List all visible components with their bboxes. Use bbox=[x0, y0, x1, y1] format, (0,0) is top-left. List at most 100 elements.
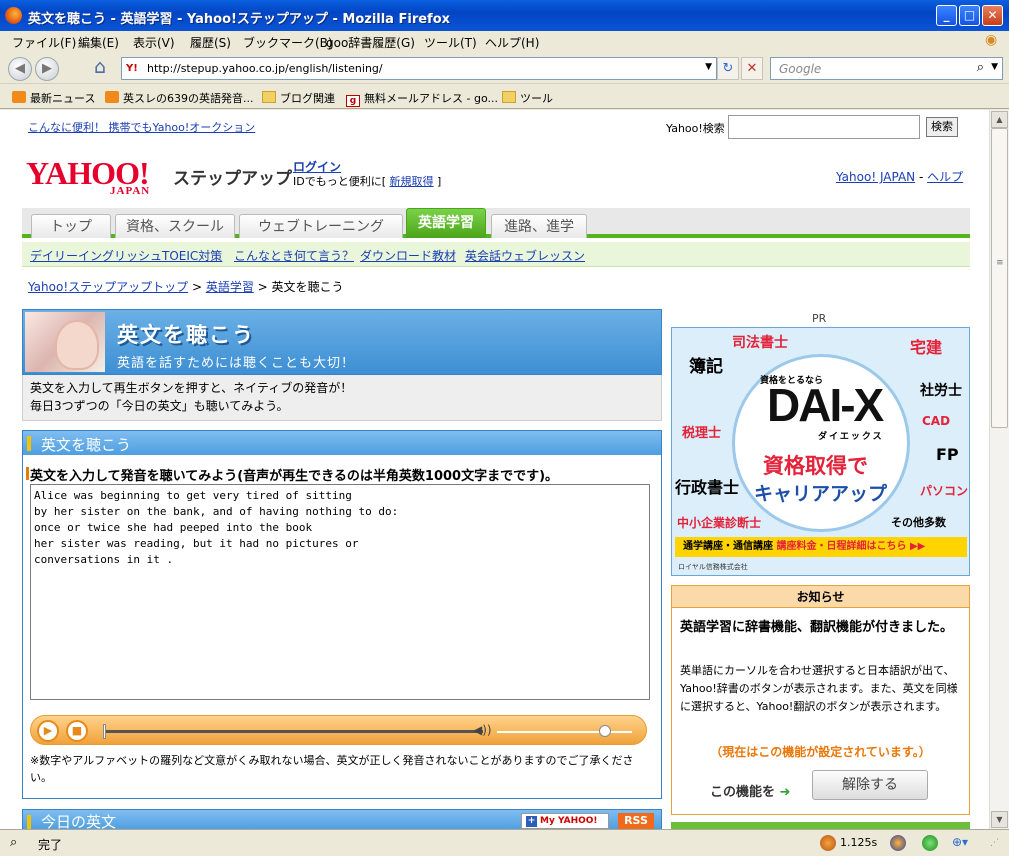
vertical-scrollbar[interactable]: ▲ ≡ ▼ bbox=[989, 110, 1009, 829]
bookmark-latest-news[interactable]: 最新ニュース bbox=[12, 90, 95, 106]
status-bar: ⌕ 完了 1.125s ⊕▾ ⋰ bbox=[0, 829, 1009, 856]
audio-player: ▶ ■ ◀)) bbox=[30, 715, 647, 745]
volume-icon: ◀)) bbox=[473, 723, 492, 737]
rss-button[interactable]: RSS bbox=[618, 813, 654, 829]
check-icon[interactable] bbox=[922, 835, 938, 851]
help-link[interactable]: ヘルプ bbox=[927, 170, 963, 184]
menu-edit[interactable]: 編集(E) bbox=[78, 34, 119, 51]
yahoo-search-button[interactable]: 検索 bbox=[926, 117, 958, 137]
back-button[interactable]: ◀ bbox=[8, 57, 32, 81]
firefox-status-icon[interactable] bbox=[890, 835, 906, 851]
ad-word: 行政書士 bbox=[675, 478, 740, 497]
scroll-up-icon[interactable]: ▲ bbox=[991, 111, 1008, 128]
web-search-box[interactable]: Google ⌕ ▼ bbox=[770, 57, 1003, 80]
web-search-placeholder[interactable]: Google bbox=[779, 62, 821, 76]
forward-button[interactable]: ▶ bbox=[35, 57, 59, 81]
goo-icon: g bbox=[346, 95, 360, 107]
menu-tools[interactable]: ツール(T) bbox=[424, 34, 477, 51]
zoom-icon[interactable]: ⊕▾ bbox=[952, 835, 968, 849]
breadcrumb-english[interactable]: 英語学習 bbox=[206, 280, 254, 294]
notice-body: 英単語にカーソルを合わせ選択すると日本語訳が出て、Yahoo!辞書のボタンが表示… bbox=[680, 664, 958, 713]
dai-x-advertisement[interactable]: 司法書士 宅建 簿記 社労士 資格をとるなら DAI-X ダイエックス CAD … bbox=[671, 327, 970, 576]
subnav-downloads[interactable]: ダウンロード教材 bbox=[360, 247, 456, 264]
intro-text: 英文を入力して再生ボタンを押すと、ネイティブの発音が！ 毎日3つずつの「今日の英… bbox=[22, 375, 662, 421]
url-text[interactable]: http://stepup.yahoo.co.jp/english/listen… bbox=[147, 62, 383, 75]
auction-promo-link[interactable]: こんなに便利！ 携帯でもYahoo!オークション bbox=[28, 119, 255, 135]
window-title: 英文を聴こう - 英語学習 - Yahoo!ステップアップ - Mozilla … bbox=[28, 12, 451, 27]
english-text-input[interactable]: Alice was beginning to get very tired of… bbox=[30, 484, 650, 700]
search-icon[interactable]: ⌕ bbox=[977, 60, 984, 75]
tab-english[interactable]: 英語学習 bbox=[406, 208, 486, 238]
volume-handle[interactable] bbox=[599, 725, 611, 737]
folder-icon bbox=[262, 91, 276, 103]
top-links: Yahoo! JAPAN - ヘルプ bbox=[836, 170, 964, 184]
ad-word: 税理士 bbox=[682, 426, 722, 441]
maximize-button[interactable]: □ bbox=[959, 5, 980, 26]
reload-button[interactable]: ↻ bbox=[717, 57, 739, 80]
bookmark-english-thread[interactable]: 英スレの639の英語発音... bbox=[105, 90, 254, 106]
close-button[interactable]: ✕ bbox=[982, 5, 1003, 26]
search-engine-dropdown-icon[interactable]: ▼ bbox=[991, 62, 998, 72]
ad-slogan-2: キャリアアップ bbox=[754, 483, 888, 505]
pr-label: PR bbox=[812, 312, 827, 325]
subnav-phrases[interactable]: こんなとき何て言う？ bbox=[234, 247, 354, 264]
register-link[interactable]: 新規取得 bbox=[390, 175, 434, 188]
rss-feed-icon bbox=[12, 91, 26, 103]
category-tabs: トップ 資格、スクール ウェブトレーニング 英語学習 進路、進学 bbox=[22, 208, 970, 238]
page-viewport: こんなに便利！ 携帯でもYahoo!オークション Yahoo!検索 検索 YAH… bbox=[0, 110, 989, 829]
subnav-toeic[interactable]: TOEIC対策 bbox=[162, 247, 222, 264]
url-dropdown-icon[interactable]: ▼ bbox=[705, 62, 712, 72]
home-icon[interactable]: ⌂ bbox=[89, 56, 111, 78]
menu-help[interactable]: ヘルプ(H) bbox=[485, 34, 539, 51]
pronunciation-note: ※数字やアルファベットの羅列など文意がくみ取れない場合、英文が正しく発音されない… bbox=[30, 754, 634, 784]
next-box-top bbox=[671, 822, 970, 829]
menu-bookmarks[interactable]: ブックマーク(B) bbox=[243, 34, 333, 51]
stop-audio-button[interactable]: ■ bbox=[66, 720, 88, 742]
ad-footer[interactable]: 通学講座・通信講座 講座料金・日程詳細はこちら ▶▶ bbox=[675, 537, 967, 557]
tab-qualifications[interactable]: 資格、スクール bbox=[115, 214, 235, 238]
bookmark-tools[interactable]: ツール bbox=[502, 90, 553, 106]
ad-word: 司法書士 bbox=[732, 335, 788, 351]
breadcrumb-home[interactable]: Yahoo!ステップアップトップ bbox=[28, 280, 188, 294]
url-bar[interactable]: Y! http://stepup.yahoo.co.jp/english/lis… bbox=[121, 57, 717, 80]
tab-top[interactable]: トップ bbox=[31, 214, 111, 238]
notice-box: お知らせ 英語学習に辞書機能、翻訳機能が付きました。 英単語にカーソルを合わせ選… bbox=[671, 585, 970, 815]
listening-photo bbox=[25, 312, 105, 372]
menu-goo-history[interactable]: goo辞書履歴(G) bbox=[326, 34, 415, 51]
ad-word: 社労士 bbox=[920, 383, 962, 399]
extension-icon[interactable] bbox=[820, 835, 836, 851]
yahoo-search-input[interactable] bbox=[728, 115, 920, 139]
volume-track[interactable] bbox=[497, 731, 632, 733]
scroll-thumb[interactable] bbox=[991, 128, 1008, 428]
bookmark-free-mail[interactable]: g 無料メールアドレス - go... bbox=[346, 90, 498, 107]
ad-brand-kana: ダイエックス bbox=[818, 432, 884, 442]
tab-career[interactable]: 進路、進学 bbox=[491, 214, 587, 238]
subnav-daily-english[interactable]: デイリーイングリッシュ bbox=[30, 247, 162, 264]
menu-view[interactable]: 表示(V) bbox=[133, 34, 175, 51]
window-titlebar[interactable]: 英文を聴こう - 英語学習 - Yahoo!ステップアップ - Mozilla … bbox=[0, 0, 1009, 31]
subnav-web-lessons[interactable]: 英会話ウェブレッスン bbox=[465, 247, 585, 264]
ad-word: その他多数 bbox=[891, 516, 946, 529]
add-to-my-yahoo-button[interactable]: + My YAHOO! bbox=[521, 813, 609, 829]
menu-file[interactable]: ファイル(F) bbox=[12, 34, 76, 51]
play-button[interactable]: ▶ bbox=[37, 720, 59, 742]
yahoo-japan-link[interactable]: Yahoo! JAPAN bbox=[836, 170, 915, 184]
firefox-icon bbox=[5, 7, 22, 24]
resize-grip-icon[interactable]: ⋰ bbox=[990, 838, 999, 848]
bookmark-blog[interactable]: ブログ関連 bbox=[262, 90, 335, 106]
tab-web-training[interactable]: ウェブトレーニング bbox=[239, 214, 403, 238]
scroll-down-icon[interactable]: ▼ bbox=[991, 811, 1008, 828]
ad-word: パソコン bbox=[920, 484, 969, 498]
seek-handle[interactable] bbox=[103, 724, 106, 739]
disable-feature-button[interactable]: 解除する bbox=[812, 770, 928, 800]
stop-button[interactable]: ✕ bbox=[741, 57, 763, 80]
ad-word: 中小企業診断士 bbox=[677, 516, 762, 530]
scroll-grip-icon: ≡ bbox=[996, 258, 1004, 268]
ad-brand: DAI-X bbox=[767, 379, 884, 431]
minimize-button[interactable]: _ bbox=[936, 5, 957, 26]
section-title: 英文を聴こう bbox=[41, 436, 132, 454]
status-text: 完了 bbox=[38, 838, 63, 852]
seek-track[interactable] bbox=[103, 730, 483, 733]
menu-bar: ファイル(F) 編集(E) 表示(V) 履歴(S) ブックマーク(B) goo辞… bbox=[0, 31, 1009, 52]
menu-history[interactable]: 履歴(S) bbox=[190, 34, 231, 51]
